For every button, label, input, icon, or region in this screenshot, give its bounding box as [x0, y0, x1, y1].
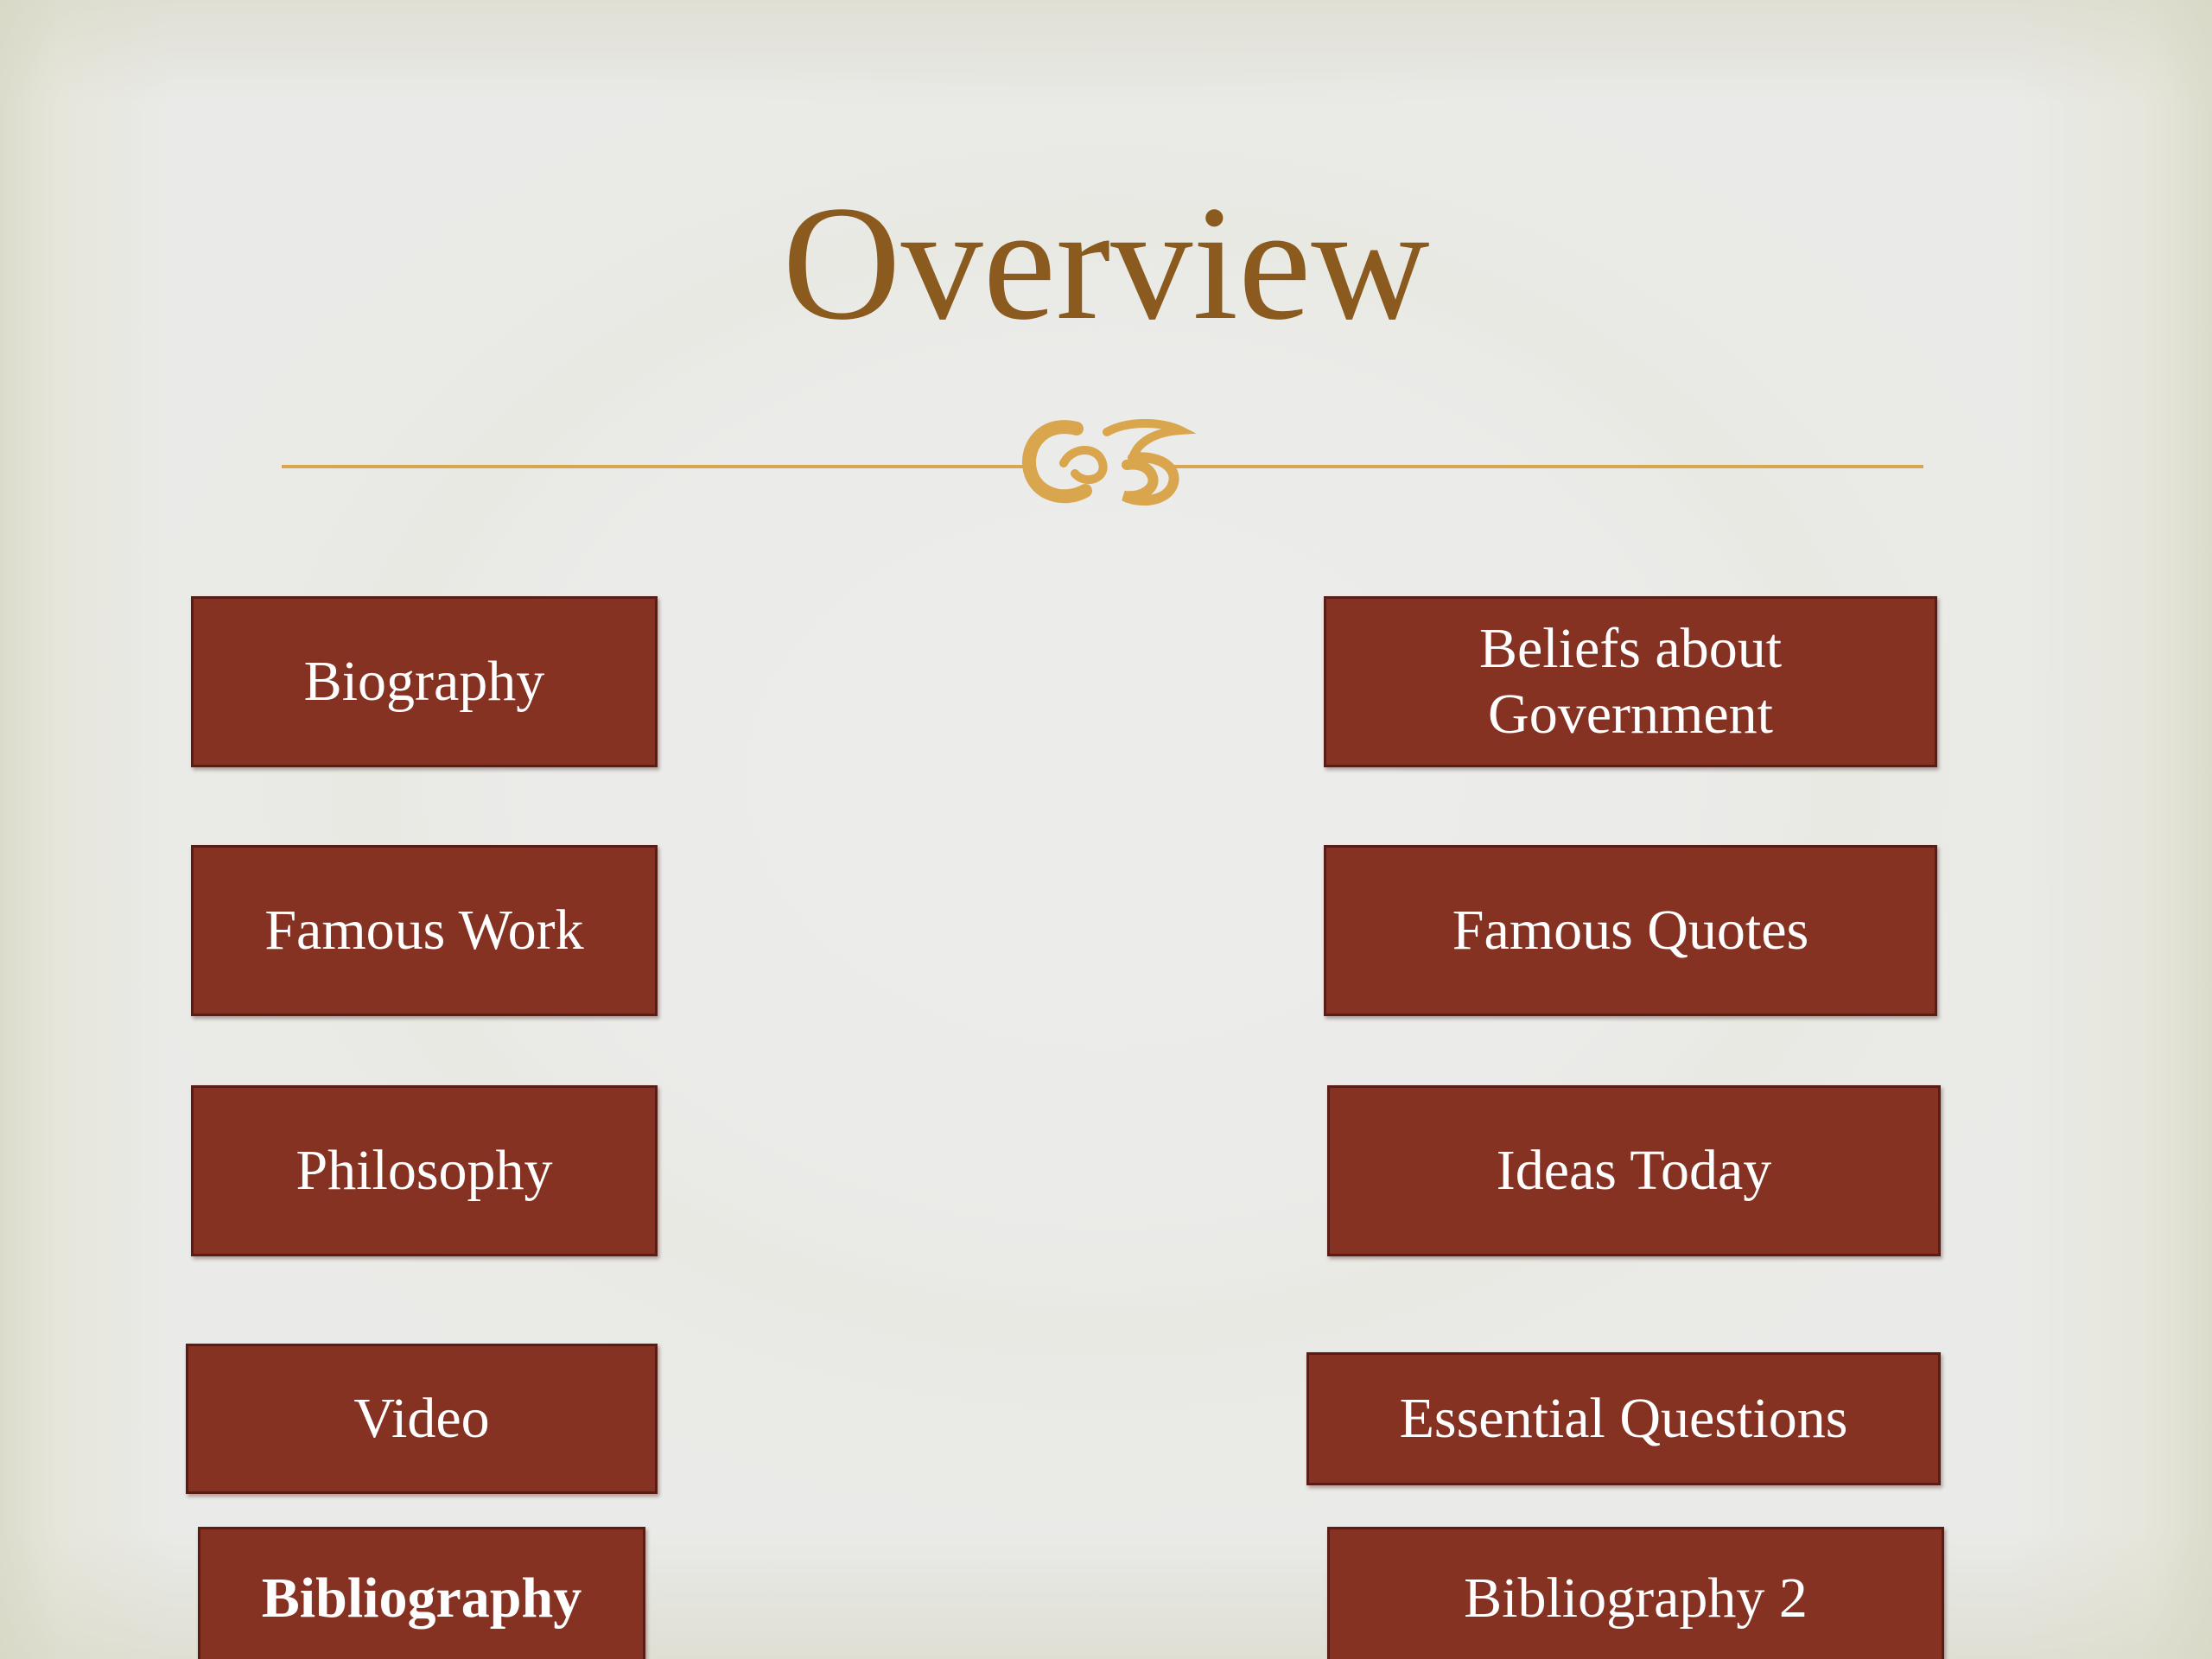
bibliography-2-button-label: Bibliography 2 [1464, 1567, 1808, 1630]
flourish-ornament-icon [282, 419, 1923, 506]
ideas-today-button[interactable]: Ideas Today [1327, 1085, 1941, 1256]
slide-title: Overview [782, 173, 1430, 354]
ideas-today-button-label: Ideas Today [1496, 1139, 1772, 1202]
famous-quotes-button[interactable]: Famous Quotes [1324, 845, 1937, 1016]
video-button[interactable]: Video [186, 1344, 658, 1494]
philosophy-button-label: Philosophy [296, 1139, 553, 1202]
essential-questions-button[interactable]: Essential Questions [1306, 1352, 1941, 1485]
video-button-label: Video [353, 1387, 490, 1450]
bibliography-2-button[interactable]: Bibliography 2 [1327, 1527, 1944, 1659]
essential-questions-button-label: Essential Questions [1399, 1387, 1848, 1450]
title-divider [282, 413, 1923, 508]
beliefs-button-label-line1: Beliefs about [1478, 617, 1783, 680]
beliefs-about-government-button[interactable]: Beliefs about Government [1324, 596, 1937, 767]
philosophy-button[interactable]: Philosophy [191, 1085, 658, 1256]
famous-work-button[interactable]: Famous Work [191, 845, 658, 1016]
biography-button-label: Biography [303, 650, 545, 713]
famous-quotes-button-label: Famous Quotes [1452, 899, 1809, 962]
slide-canvas: Overview Biography Famous Work Philosoph… [0, 0, 2212, 1659]
famous-work-button-label: Famous Work [264, 899, 584, 962]
beliefs-button-label-line2: Government [1488, 683, 1773, 746]
biography-button[interactable]: Biography [191, 596, 658, 767]
bibliography-button-label: Bibliography [261, 1567, 582, 1630]
bibliography-button[interactable]: Bibliography [198, 1527, 645, 1659]
